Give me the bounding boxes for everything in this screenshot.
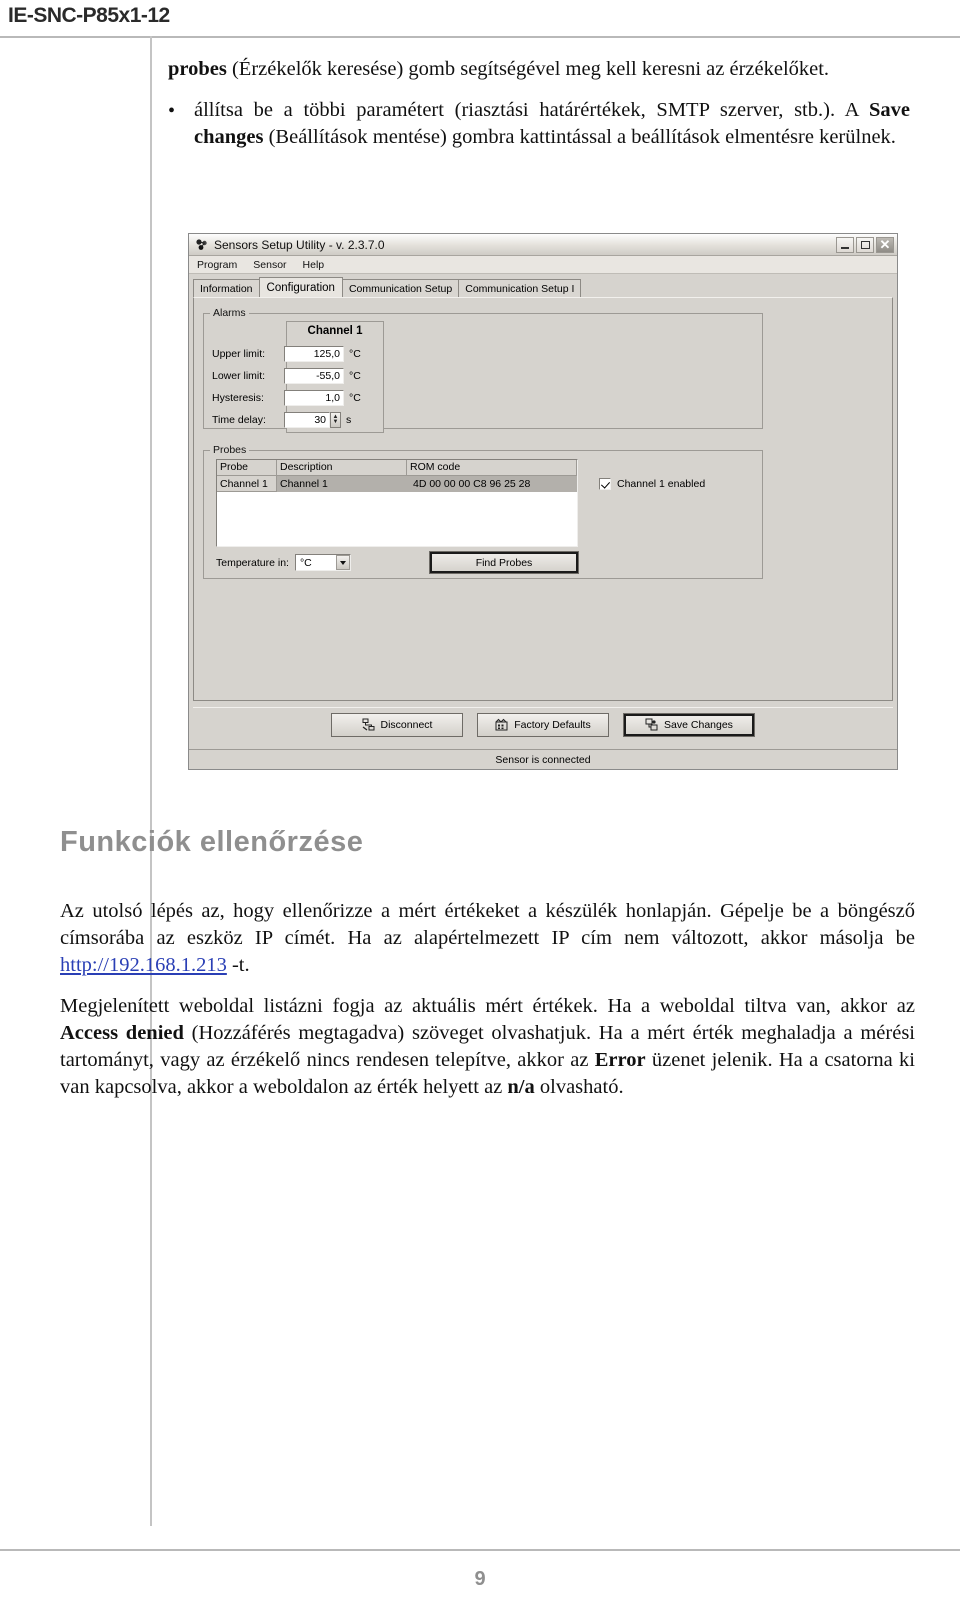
- tab-information[interactable]: Information: [193, 279, 260, 297]
- running-header: IE-SNC-P85x1-12: [8, 4, 170, 27]
- disconnect-button[interactable]: Disconnect: [331, 712, 463, 737]
- alarms-channel-header: Channel 1: [307, 325, 363, 337]
- time-delay-unit: s: [346, 413, 352, 426]
- page-number: 9: [474, 1568, 486, 1590]
- alarm-row-time-delay: Time delay: 30 ▲ ▼ s: [212, 411, 351, 428]
- window-titlebar[interactable]: Sensors Setup Utility - v. 2.3.7.0 ✕: [189, 234, 897, 256]
- window-title: Sensors Setup Utility - v. 2.3.7.0: [214, 237, 385, 252]
- section-heading: Funkciók ellenőrzése: [60, 826, 364, 858]
- column-header-probe: Probe: [217, 460, 277, 476]
- minimize-icon[interactable]: [836, 236, 854, 253]
- probes-bold-term: probes: [168, 58, 227, 80]
- sensors-setup-utility-window: Sensors Setup Utility - v. 2.3.7.0 ✕ Pro…: [188, 233, 898, 770]
- temperature-unit-select[interactable]: °C: [294, 554, 351, 571]
- tab-configuration[interactable]: Configuration: [258, 277, 343, 297]
- menu-item-program[interactable]: Program: [195, 259, 239, 271]
- cell-probe: Channel 1: [217, 476, 277, 492]
- probes-table[interactable]: Probe Description ROM code Channel 1 Cha…: [216, 459, 578, 547]
- find-probes-button[interactable]: Find Probes: [429, 551, 579, 574]
- sensors-app-icon: [195, 238, 209, 252]
- disconnect-icon: [362, 718, 375, 731]
- cell-rom-code: 4D 00 00 00 C8 96 25 28: [413, 478, 531, 490]
- menu-item-help[interactable]: Help: [301, 259, 327, 271]
- section-text-block: Az utolsó lépés az, hogy ellenőrizze a m…: [60, 898, 915, 1115]
- section-p2-part-a: Megjelenített weboldal listázni fogja az…: [60, 995, 915, 1018]
- probes-table-header: Probe Description ROM code: [217, 460, 577, 476]
- time-delay-stepper[interactable]: ▲ ▼: [330, 411, 341, 428]
- error-bold-term: Error: [594, 1049, 646, 1072]
- chevron-down-icon[interactable]: [335, 555, 350, 570]
- intro-text-block: probes (Érzékelők keresése) gomb segítsé…: [168, 56, 910, 155]
- factory-defaults-button[interactable]: Factory Defaults: [477, 712, 609, 737]
- probes-group: Probes Probe Description ROM code Channe…: [203, 444, 763, 579]
- intro-paragraph: probes (Érzékelők keresése) gomb segítsé…: [168, 56, 910, 83]
- footer-divider: [0, 1549, 960, 1551]
- upper-limit-input[interactable]: 125,0: [284, 345, 344, 362]
- temperature-in-label: Temperature in:: [216, 556, 289, 569]
- left-margin-rule: [150, 36, 152, 1526]
- factory-defaults-button-label: Factory Defaults: [514, 718, 591, 731]
- temperature-unit-value: °C: [299, 556, 312, 569]
- channel-enabled-checkbox[interactable]: Channel 1 enabled: [599, 478, 705, 490]
- bullet-marker-icon: •: [168, 100, 176, 123]
- save-changes-icon: [645, 718, 658, 731]
- save-changes-button-label: Save Changes: [664, 718, 733, 731]
- section-paragraph-1: Az utolsó lépés az, hogy ellenőrizze a m…: [60, 898, 915, 979]
- hysteresis-input[interactable]: 1,0: [284, 389, 344, 406]
- save-changes-button[interactable]: Save Changes: [623, 712, 755, 737]
- column-header-description: Description: [277, 460, 407, 476]
- alarms-group: Alarms Channel 1 Upper limit: 125,0 °C L…: [203, 307, 763, 433]
- status-text: Sensor is connected: [495, 753, 591, 766]
- upper-limit-label: Upper limit:: [212, 347, 266, 360]
- tab-communication-setup-i[interactable]: Communication Setup I: [458, 279, 582, 297]
- section-p1-part-a: Az utolsó lépés az, hogy ellenőrizze a m…: [60, 900, 915, 950]
- header-divider: [0, 36, 960, 38]
- time-delay-input[interactable]: 30: [284, 411, 330, 428]
- device-ip-link[interactable]: http://192.168.1.213: [60, 954, 227, 976]
- lower-limit-label: Lower limit:: [212, 369, 266, 382]
- section-p2-part-d: olvasható.: [534, 1076, 624, 1099]
- status-bar: Sensor is connected: [189, 749, 897, 769]
- tab-strip: Information Configuration Communication …: [189, 274, 897, 297]
- section-paragraph-2: Megjelenített weboldal listázni fogja az…: [60, 993, 915, 1101]
- cell-description: Channel 1: [280, 478, 328, 490]
- intro-paragraph-rest: (Érzékelők keresése) gomb segítségével m…: [226, 58, 830, 80]
- menu-bar: Program Sensor Help: [189, 256, 897, 274]
- hysteresis-unit: °C: [349, 391, 361, 404]
- bullet-text-part2: (Beállítások mentése) gombra kattintássa…: [263, 126, 896, 149]
- alarm-row-upper-limit: Upper limit: 125,0 °C: [212, 345, 361, 362]
- alarm-row-lower-limit: Lower limit: -55,0 °C: [212, 367, 361, 384]
- window-controls: ✕: [836, 236, 894, 253]
- upper-limit-unit: °C: [349, 347, 361, 360]
- close-icon[interactable]: ✕: [876, 236, 894, 253]
- bullet-paragraph: állítsa be a többi paramétert (riasztási…: [194, 97, 910, 151]
- access-denied-bold-term: Access denied: [60, 1022, 184, 1045]
- tab-communication-setup[interactable]: Communication Setup: [341, 279, 460, 297]
- temperature-unit-row: Temperature in: °C: [216, 554, 351, 571]
- maximize-icon[interactable]: [856, 236, 874, 253]
- menu-item-sensor[interactable]: Sensor: [251, 259, 288, 271]
- section-p1-part-b: -t.: [226, 954, 250, 977]
- time-delay-label: Time delay:: [212, 413, 266, 426]
- alarm-row-hysteresis: Hysteresis: 1,0 °C: [212, 389, 361, 406]
- channel-enabled-label: Channel 1 enabled: [617, 478, 706, 490]
- factory-defaults-icon: [495, 718, 508, 731]
- application-screenshot: Sensors Setup Utility - v. 2.3.7.0 ✕ Pro…: [188, 233, 898, 770]
- na-bold-term: n/a: [507, 1076, 535, 1099]
- window-button-bar: Disconnect Factory Defaults Save Changes: [193, 707, 893, 741]
- stepper-down-icon[interactable]: ▼: [333, 419, 339, 425]
- column-header-rom-code: ROM code: [407, 460, 577, 476]
- probes-group-legend: Probes: [213, 444, 247, 456]
- bullet-text-part1: állítsa be a többi paramétert (riasztási…: [194, 99, 869, 122]
- alarms-group-legend: Alarms: [213, 307, 246, 319]
- lower-limit-unit: °C: [349, 369, 361, 382]
- bullet-body: állítsa be a többi paramétert (riasztási…: [194, 97, 910, 155]
- lower-limit-input[interactable]: -55,0: [284, 367, 344, 384]
- table-row[interactable]: Channel 1 Channel 1 4D 00 00 00 C8 96 25…: [217, 476, 577, 492]
- configuration-tab-page: Alarms Channel 1 Upper limit: 125,0 °C L…: [193, 297, 893, 701]
- disconnect-button-label: Disconnect: [380, 718, 433, 731]
- hysteresis-label: Hysteresis:: [212, 391, 264, 404]
- checkbox-checked-icon[interactable]: [599, 478, 611, 490]
- bullet-list-item: • állítsa be a többi paramétert (riasztá…: [168, 97, 910, 155]
